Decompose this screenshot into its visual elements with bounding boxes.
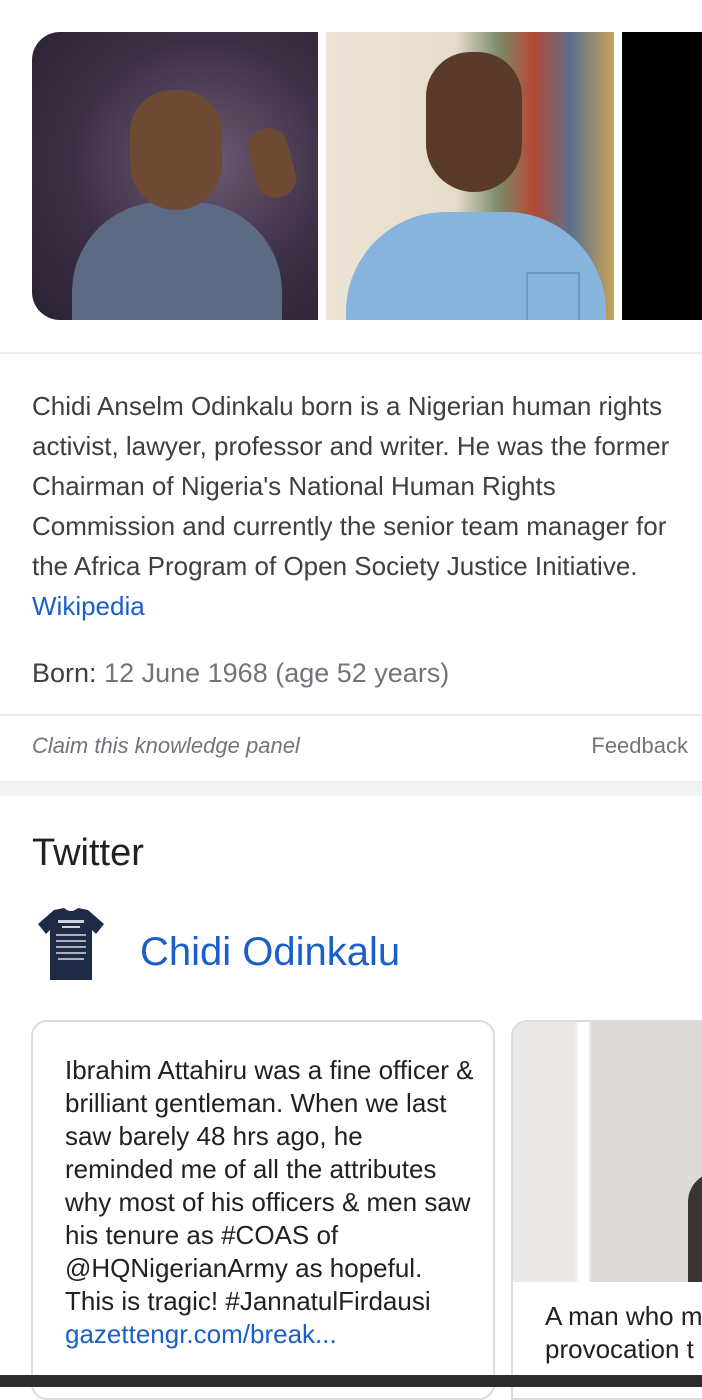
tweet-link[interactable]: gazettengr.com/break... xyxy=(65,1318,475,1351)
photo-3[interactable] xyxy=(622,32,702,320)
photo-2-pocket xyxy=(526,272,580,320)
photo-1[interactable] xyxy=(32,32,318,320)
tweet-image xyxy=(513,1022,702,1282)
tweet-card[interactable]: Ibrahim Attahiru was a fine officer & br… xyxy=(31,1020,495,1400)
photo-2[interactable] xyxy=(326,32,614,320)
twitter-account-name[interactable]: Chidi Odinkalu xyxy=(140,930,400,975)
avatar[interactable] xyxy=(36,906,106,982)
born-label: Born: xyxy=(32,658,97,688)
tweet-text-line: provocation t xyxy=(545,1334,694,1364)
tweet-image-figure xyxy=(688,1172,702,1282)
tweet-text: Ibrahim Attahiru was a fine officer & br… xyxy=(65,1055,474,1316)
photo-1-hand xyxy=(243,124,301,202)
tweet-body: A man who m provocation t xyxy=(545,1300,702,1366)
feedback-link[interactable]: Feedback xyxy=(591,733,688,759)
twitter-section-title: Twitter xyxy=(32,832,144,874)
tweet-card[interactable]: A man who m provocation t xyxy=(511,1020,702,1400)
tweet-body: Ibrahim Attahiru was a fine officer & br… xyxy=(65,1054,475,1351)
section-separator xyxy=(0,781,702,796)
photo-1-figure xyxy=(72,202,282,320)
description-text: Chidi Anselm Odinkalu born is a Nigerian… xyxy=(32,391,670,581)
divider xyxy=(0,714,702,716)
divider xyxy=(0,352,702,354)
photo-1-head xyxy=(130,90,222,210)
tshirt-avatar-icon xyxy=(38,908,104,980)
wikipedia-link[interactable]: Wikipedia xyxy=(32,591,145,621)
born-row: Born: 12 June 1968 (age 52 years) xyxy=(32,658,449,689)
panel-description: Chidi Anselm Odinkalu born is a Nigerian… xyxy=(32,386,672,626)
claim-panel-link[interactable]: Claim this knowledge panel xyxy=(32,733,300,759)
born-value: 12 June 1968 (age 52 years) xyxy=(104,658,450,688)
image-carousel[interactable] xyxy=(0,0,702,352)
system-navigation-bar xyxy=(0,1375,702,1387)
photo-2-head xyxy=(426,52,522,192)
tweet-text-line: A man who m xyxy=(545,1301,702,1331)
